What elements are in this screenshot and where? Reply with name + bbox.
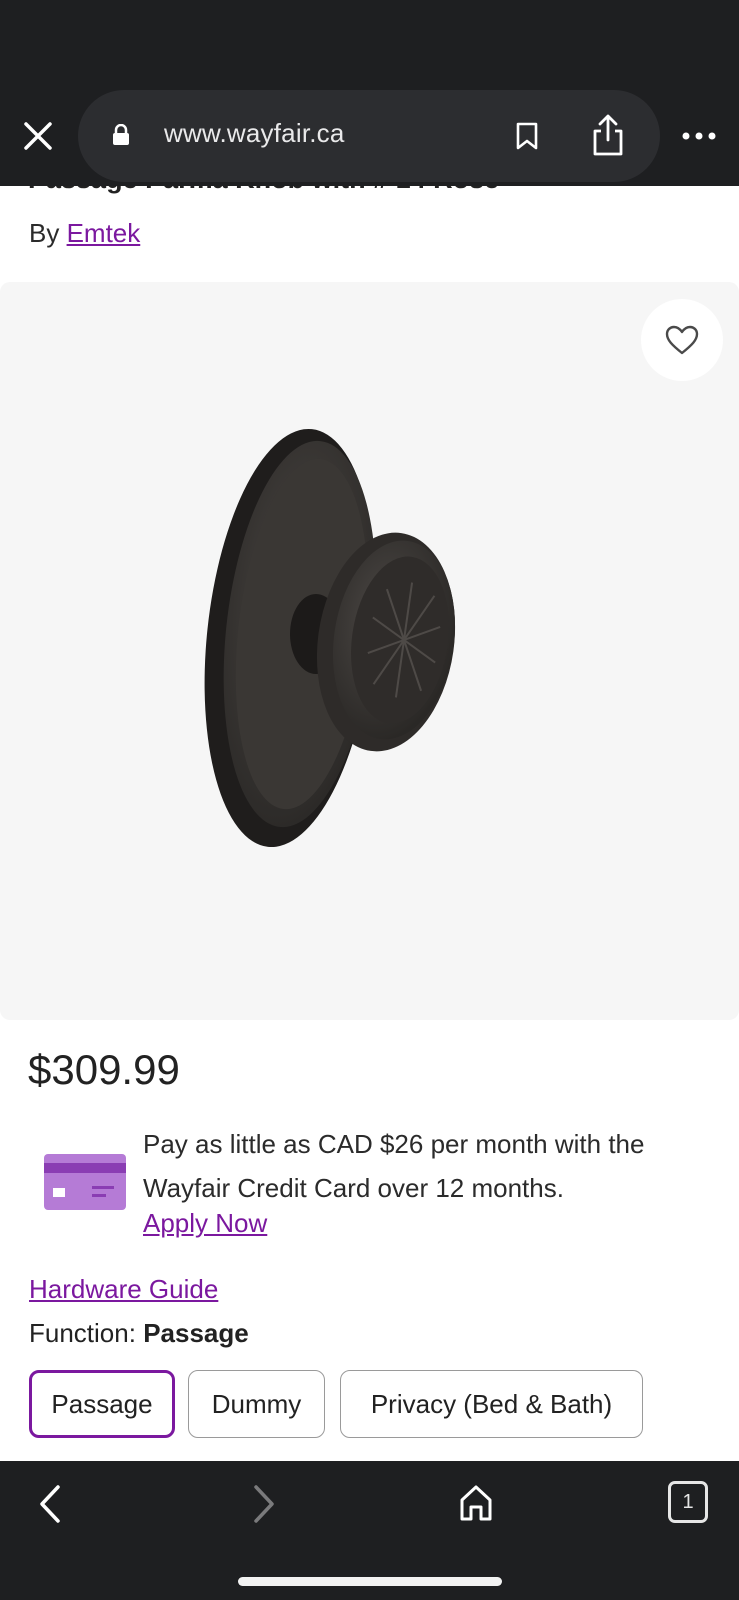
apply-now-link[interactable]: Apply Now [143,1208,267,1239]
function-line: Function: Passage [29,1318,249,1349]
heart-icon [665,325,699,355]
share-button[interactable] [586,110,630,160]
option-passage-button[interactable]: Passage [29,1370,175,1438]
close-icon [24,122,52,150]
home-icon [460,1485,492,1521]
function-value: Passage [143,1318,249,1348]
function-label: Function: [29,1318,136,1348]
share-icon [593,114,623,156]
door-knob-image [204,428,456,848]
favorite-button[interactable] [641,299,723,381]
tabs-count: 1 [682,1490,694,1513]
more-icon [682,132,716,140]
tabs-button[interactable]: 1 [668,1481,708,1523]
chevron-left-icon [40,1485,60,1523]
brand-line: By Emtek [29,218,140,249]
lock-icon [113,124,129,145]
option-privacy-button[interactable]: Privacy (Bed & Bath) [340,1370,643,1438]
bookmark-icon [516,122,538,150]
home-indicator [238,1577,502,1586]
forward-button[interactable] [244,1481,284,1527]
chevron-right-icon [254,1485,274,1523]
product-price: $309.99 [28,1046,180,1093]
url-text: www.wayfair.ca [164,118,345,148]
back-button[interactable] [30,1481,70,1527]
address-bar[interactable]: www.wayfair.ca [78,90,660,182]
close-button[interactable] [18,116,58,156]
option-dummy-button[interactable]: Dummy [188,1370,325,1438]
home-button[interactable] [454,1479,498,1527]
bookmark-button[interactable] [508,116,546,156]
by-label: By [29,218,60,248]
more-options-button[interactable] [676,118,722,154]
browser-bottom-bar: 1 [0,1461,739,1600]
credit-card-icon [44,1154,126,1210]
brand-link[interactable]: Emtek [67,218,141,248]
financing-text: Pay as little as CAD $26 per month with … [143,1129,645,1203]
hardware-guide-link[interactable]: Hardware Guide [29,1274,218,1305]
product-image[interactable] [0,282,739,1020]
browser-top-bar: www.wayfair.ca [0,0,739,186]
